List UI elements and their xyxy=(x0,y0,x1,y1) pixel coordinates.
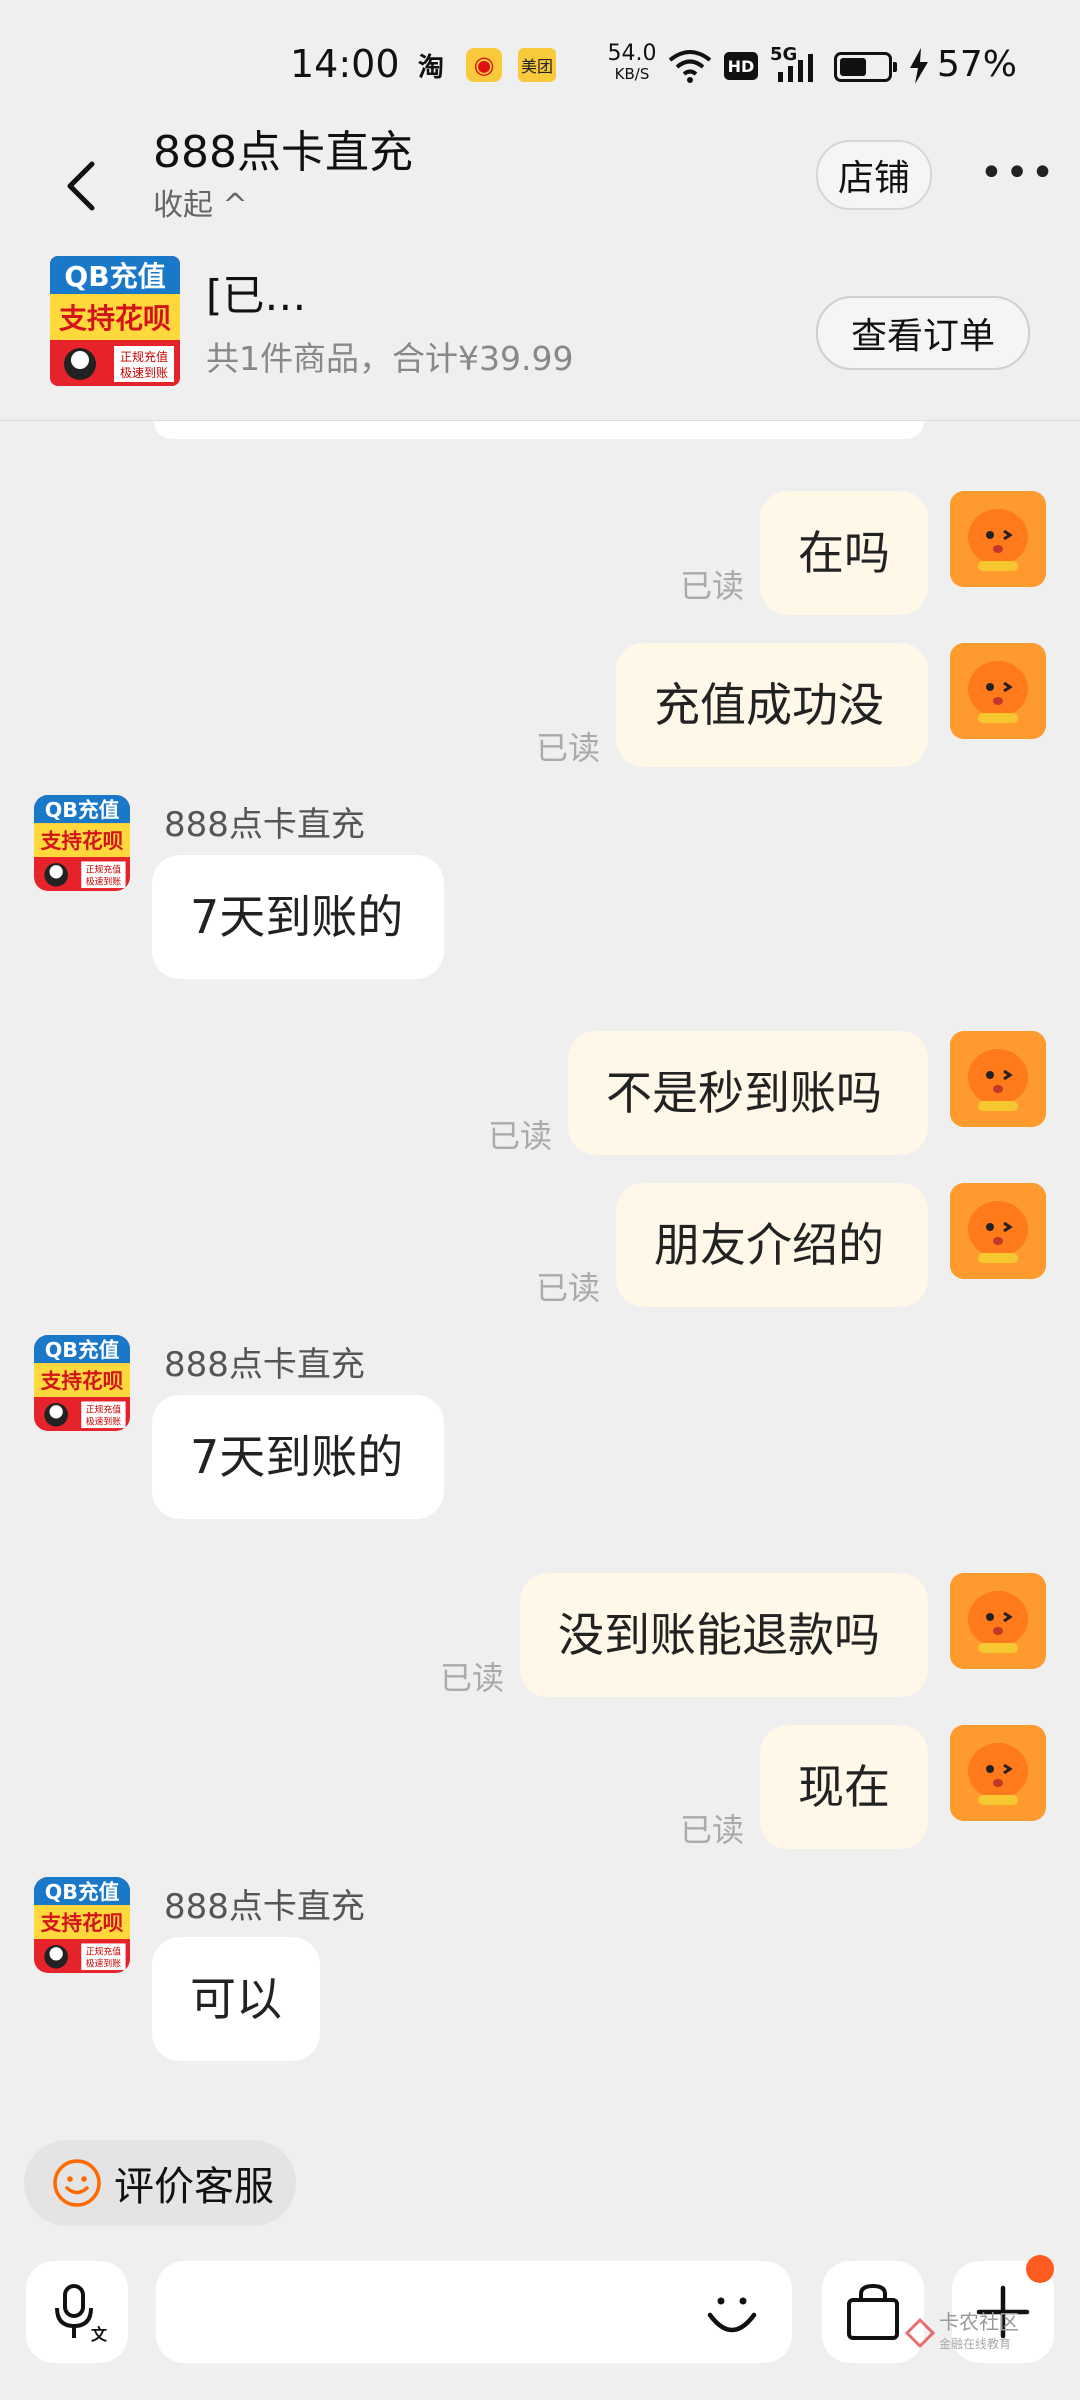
avatar[interactable] xyxy=(950,1183,1046,1279)
svg-text:QB充值: QB充值 xyxy=(45,1880,120,1904)
shopping-bag-icon xyxy=(847,2283,899,2340)
meituan-icon: 美团 xyxy=(518,48,556,82)
svg-text:极速到账: 极速到账 xyxy=(120,366,168,380)
avatar[interactable] xyxy=(950,1725,1046,1821)
svg-text:正规充值: 正规充值 xyxy=(86,864,122,876)
emoji-button[interactable] xyxy=(700,2281,764,2345)
orange-mascot-avatar xyxy=(950,1573,1046,1669)
message-bubble[interactable]: 不是秒到账吗 xyxy=(568,1031,928,1155)
qb-recharge-logo: QB充值 支持花呗 正规充值 极速到账 xyxy=(34,1877,130,1973)
svg-text:极速到账: 极速到账 xyxy=(86,875,122,887)
read-status: 已读 xyxy=(536,1269,601,1307)
view-order-button[interactable]: 查看订单 xyxy=(816,296,1030,370)
svg-text:正规充值: 正规充值 xyxy=(86,1404,122,1416)
battery-icon xyxy=(834,52,897,82)
orange-mascot-avatar xyxy=(950,643,1046,739)
previous-message-bubble xyxy=(154,421,924,439)
read-status: 已读 xyxy=(488,1117,553,1155)
chat-header: 888点卡直充 收起 ^ 店铺 ••• QB充值 支持花呗 正规充值 极速到账 … xyxy=(0,110,1080,421)
collapse-toggle[interactable]: 收起 ^ xyxy=(153,180,248,224)
hd-icon: HD xyxy=(724,52,758,80)
avatar[interactable] xyxy=(950,1031,1046,1127)
read-status: 已读 xyxy=(680,1811,745,1849)
weibo-icon: ◉ xyxy=(466,48,502,82)
watermark-sub: 金融在线教育 xyxy=(939,2337,1012,2351)
message-bubble[interactable]: 没到账能退款吗 xyxy=(520,1573,928,1697)
svg-text:QB充值: QB充值 xyxy=(64,260,165,293)
svg-text:极速到账: 极速到账 xyxy=(86,1415,122,1427)
shop-name[interactable]: 888点卡直充 xyxy=(153,116,413,180)
watermark: 卡农社区 金融在线教育 xyxy=(905,2308,1065,2358)
svg-text:文: 文 xyxy=(91,2325,107,2344)
shop-avatar[interactable]: QB充值 支持花呗 正规充值 极速到账 xyxy=(34,1335,130,1431)
message-bubble[interactable]: 7天到账的 xyxy=(152,1395,444,1519)
orange-mascot-avatar xyxy=(950,1183,1046,1279)
svg-text:正规充值: 正规充值 xyxy=(86,1946,122,1958)
message-bubble[interactable]: 7天到账的 xyxy=(152,855,444,979)
message-bubble[interactable]: 在吗 xyxy=(760,491,928,615)
message-list[interactable]: 已读 在吗 已读 充值成功没 QB充值 支持花呗 正规充值 极速到账 888点卡… xyxy=(0,421,1080,2121)
signal-icon xyxy=(778,54,813,82)
taobao-icon: 淘 xyxy=(417,52,444,83)
svg-text:支持花呗: 支持花呗 xyxy=(40,1911,124,1935)
qb-recharge-logo: QB充值 支持花呗 正规充值 极速到账 xyxy=(50,256,180,386)
order-summary: 共1件商品，合计¥39.99 xyxy=(206,339,574,378)
svg-text:极速到账: 极速到账 xyxy=(86,1957,122,1969)
svg-text:QB充值: QB充值 xyxy=(45,1338,120,1362)
rate-service-label: 评价客服 xyxy=(114,2164,274,2210)
avatar[interactable] xyxy=(950,491,1046,587)
more-icon[interactable]: ••• xyxy=(980,140,1055,206)
shop-avatar[interactable]: QB充值 支持花呗 正规充值 极速到账 xyxy=(34,1877,130,1973)
sender-name: 888点卡直充 xyxy=(164,1887,365,1927)
sender-name: 888点卡直充 xyxy=(164,805,365,845)
svg-text:支持花呗: 支持花呗 xyxy=(40,1369,124,1393)
order-title[interactable]: [已… xyxy=(206,262,306,323)
svg-text:正规充值: 正规充值 xyxy=(120,349,168,364)
read-status: 已读 xyxy=(680,567,745,605)
net-speed-value: 54.0 xyxy=(607,41,657,66)
svg-text:QB充值: QB充值 xyxy=(45,798,120,822)
qb-recharge-logo: QB充值 支持花呗 正规充值 极速到账 xyxy=(34,795,130,891)
mic-icon: 文 xyxy=(55,2284,107,2344)
rate-service-button[interactable]: 评价客服 xyxy=(24,2140,296,2226)
read-status: 已读 xyxy=(536,729,601,767)
status-time: 14:00 xyxy=(290,42,400,86)
svg-text:支持花呗: 支持花呗 xyxy=(59,302,171,335)
smile-icon xyxy=(707,2297,757,2333)
chevron-left-icon xyxy=(67,161,95,211)
avatar[interactable] xyxy=(950,643,1046,739)
smile-icon xyxy=(53,2159,101,2207)
net-speed: 54.0 KB/S xyxy=(602,41,662,84)
orange-mascot-avatar xyxy=(950,1031,1046,1127)
watermark-logo-icon xyxy=(905,2318,935,2348)
store-button[interactable]: 店铺 xyxy=(816,140,932,210)
shop-avatar[interactable]: QB充值 支持花呗 正规充值 极速到账 xyxy=(34,795,130,891)
order-product-thumbnail[interactable]: QB充值 支持花呗 正规充值 极速到账 xyxy=(50,256,180,386)
message-bubble[interactable]: 朋友介绍的 xyxy=(616,1183,928,1307)
watermark-name: 卡农社区 xyxy=(939,2310,1019,2334)
orange-mascot-avatar xyxy=(950,1725,1046,1821)
read-status: 已读 xyxy=(440,1659,505,1697)
message-input[interactable] xyxy=(156,2261,792,2363)
back-button[interactable] xyxy=(52,146,112,226)
message-bubble[interactable]: 现在 xyxy=(760,1725,928,1849)
orange-mascot-avatar xyxy=(950,491,1046,587)
net-speed-unit: KB/S xyxy=(614,65,650,83)
voice-input-button[interactable]: 文 xyxy=(26,2261,128,2363)
avatar[interactable] xyxy=(950,1573,1046,1669)
wifi-icon xyxy=(668,50,712,83)
notification-dot xyxy=(1026,2255,1054,2283)
charging-icon xyxy=(910,48,928,84)
battery-percent: 57% xyxy=(937,44,1018,85)
svg-text:支持花呗: 支持花呗 xyxy=(40,829,124,853)
message-bubble[interactable]: 充值成功没 xyxy=(616,643,928,767)
sender-name: 888点卡直充 xyxy=(164,1345,365,1385)
message-bubble[interactable]: 可以 xyxy=(152,1937,320,2061)
qb-recharge-logo: QB充值 支持花呗 正规充值 极速到账 xyxy=(34,1335,130,1431)
